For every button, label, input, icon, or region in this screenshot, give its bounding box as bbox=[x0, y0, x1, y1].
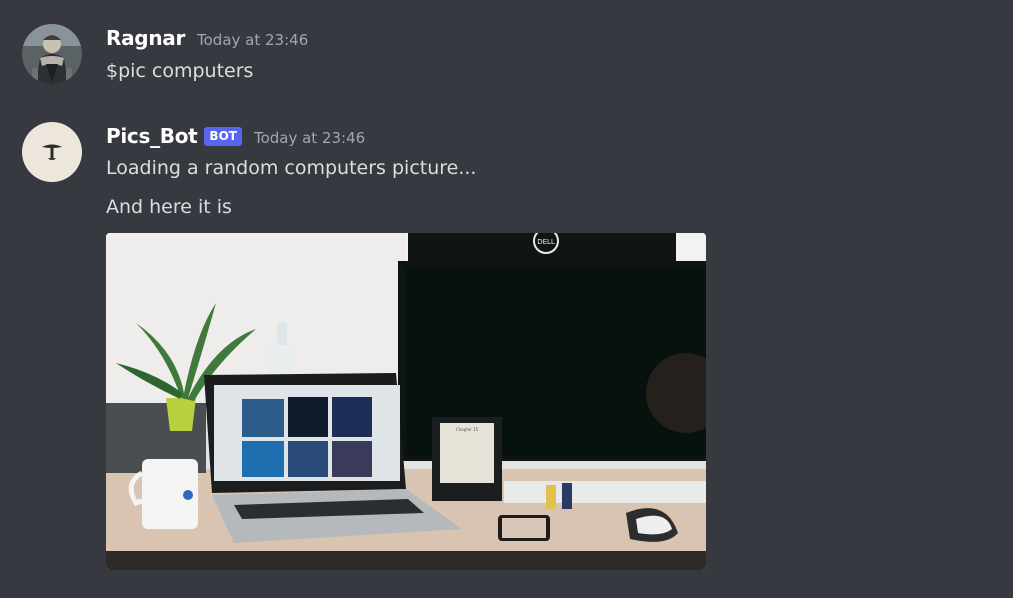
message-text: Loading a random computers picture... bbox=[106, 157, 477, 179]
image-attachment[interactable]: DELL Chapter 15 bbox=[106, 233, 706, 570]
message-text: $pic computers bbox=[106, 60, 254, 82]
viking-avatar-icon bbox=[22, 24, 82, 84]
message-header: Ragnar Today at 23:46 bbox=[106, 24, 308, 52]
message-header: Pics_Bot BOT Today at 23:46 bbox=[106, 122, 365, 150]
monitor-logo: DELL bbox=[537, 238, 555, 246]
bot-avatar[interactable] bbox=[22, 122, 82, 182]
computers-photo: DELL Chapter 15 bbox=[106, 233, 706, 570]
ereader-text: Chapter 15 bbox=[456, 427, 479, 432]
message-ragnar: Ragnar Today at 23:46 $pic computers bbox=[0, 24, 1013, 94]
timestamp: Today at 23:46 bbox=[253, 128, 366, 147]
username[interactable]: Ragnar bbox=[106, 26, 185, 50]
bot-badge: BOT bbox=[204, 126, 242, 146]
user-avatar[interactable] bbox=[22, 24, 82, 84]
message-pics-bot: Pics_Bot BOT Today at 23:46 Loading a ra… bbox=[0, 122, 1013, 582]
bot-avatar-icon bbox=[22, 122, 82, 182]
username[interactable]: Pics_Bot bbox=[106, 124, 198, 148]
message-text: And here it is bbox=[106, 196, 232, 218]
timestamp: Today at 23:46 bbox=[197, 30, 309, 49]
